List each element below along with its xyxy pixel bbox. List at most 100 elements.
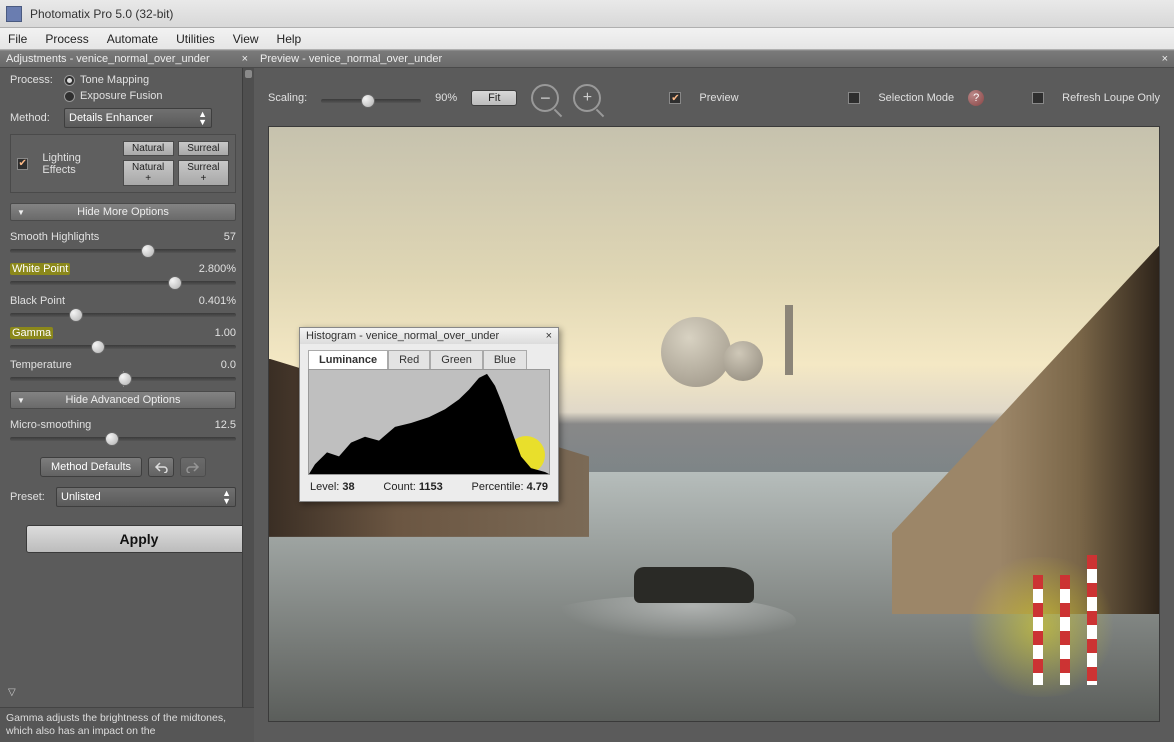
histogram-level: 38: [342, 481, 354, 493]
temperature-label: Temperature: [10, 359, 72, 371]
undo-icon: [154, 461, 168, 473]
black-point-row: Black Point 0.401%: [10, 295, 236, 317]
scaling-value: 90%: [435, 92, 457, 104]
white-point-label: White Point: [10, 263, 70, 275]
adjustments-header: Adjustments - venice_normal_over_under ×: [0, 50, 254, 68]
tab-luminance[interactable]: Luminance: [308, 350, 388, 369]
preview-canvas[interactable]: Histogram - venice_normal_over_under × L…: [268, 126, 1160, 722]
help-text: Gamma adjusts the brightness of the midt…: [0, 707, 254, 742]
histogram-window[interactable]: Histogram - venice_normal_over_under × L…: [299, 327, 559, 502]
selection-mode-label: Selection Mode: [878, 92, 954, 104]
menu-utilities[interactable]: Utilities: [176, 32, 215, 46]
histogram-close-icon[interactable]: ×: [546, 330, 552, 342]
window-title: Photomatix Pro 5.0 (32-bit): [30, 7, 173, 21]
method-label: Method:: [10, 112, 64, 124]
temperature-row: Temperature 0.0: [10, 359, 236, 381]
adjustments-panel: Adjustments - venice_normal_over_under ×…: [0, 50, 254, 742]
gamma-value: 1.00: [215, 327, 236, 339]
temperature-value: 0.0: [221, 359, 236, 371]
hide-advanced-options-bar[interactable]: Hide Advanced Options: [10, 391, 236, 409]
refresh-loupe-label: Refresh Loupe Only: [1062, 92, 1160, 104]
redo-button[interactable]: [180, 457, 206, 477]
tab-green[interactable]: Green: [430, 350, 483, 369]
zoom-in-icon[interactable]: [573, 84, 601, 112]
tone-mapping-label: Tone Mapping: [80, 74, 149, 86]
redo-icon: [186, 461, 200, 473]
hide-more-options-bar[interactable]: Hide More Options: [10, 203, 236, 221]
gamma-label: Gamma: [10, 327, 53, 339]
tab-red[interactable]: Red: [388, 350, 430, 369]
adjustments-title: Adjustments - venice_normal_over_under: [6, 53, 210, 65]
updown-icon: ▲▼: [198, 110, 207, 126]
white-point-slider[interactable]: [10, 281, 236, 285]
tab-blue[interactable]: Blue: [483, 350, 527, 369]
lighting-effects-group: Lighting Effects Natural Surreal Natural…: [10, 134, 236, 193]
histogram-titlebar[interactable]: Histogram - venice_normal_over_under ×: [300, 328, 558, 344]
histogram-count: 1153: [419, 481, 443, 493]
radio-exposure-fusion[interactable]: [64, 91, 75, 102]
smooth-highlights-slider[interactable]: [10, 249, 236, 253]
menu-automate[interactable]: Automate: [107, 32, 158, 46]
titlebar: Photomatix Pro 5.0 (32-bit): [0, 0, 1174, 28]
histogram-plot: [308, 369, 550, 475]
menu-process[interactable]: Process: [45, 32, 88, 46]
black-point-slider[interactable]: [10, 313, 236, 317]
smooth-highlights-row: Smooth Highlights57: [10, 231, 236, 253]
method-select[interactable]: Details Enhancer ▲▼: [64, 108, 212, 128]
apply-button[interactable]: Apply: [26, 525, 252, 553]
menubar: File Process Automate Utilities View Hel…: [0, 28, 1174, 50]
menu-help[interactable]: Help: [277, 32, 302, 46]
help-icon[interactable]: ?: [968, 90, 984, 106]
preview-panel: Preview - venice_normal_over_under × Sca…: [254, 50, 1174, 742]
temperature-slider[interactable]: [10, 377, 236, 381]
micro-smoothing-label: Micro-smoothing: [10, 419, 91, 431]
app-icon: [6, 6, 22, 22]
menu-view[interactable]: View: [233, 32, 259, 46]
radio-tone-mapping[interactable]: [64, 75, 75, 86]
surreal-button[interactable]: Surreal: [178, 141, 229, 156]
preview-toolbar: Scaling: 90% Fit Preview Selection Mode …: [254, 78, 1174, 118]
updown-icon: ▲▼: [222, 489, 231, 505]
black-point-value: 0.401%: [199, 295, 236, 307]
white-point-row: White Point 2.800%: [10, 263, 236, 285]
natural-button[interactable]: Natural: [123, 141, 174, 156]
lighting-effects-label: Lighting Effects: [42, 152, 112, 176]
undo-button[interactable]: [148, 457, 174, 477]
method-value: Details Enhancer: [69, 112, 153, 124]
preview-checkbox[interactable]: [669, 92, 681, 104]
white-point-value: 2.800%: [199, 263, 236, 275]
histogram-shape: [309, 370, 549, 474]
refresh-loupe-checkbox[interactable]: [1032, 92, 1044, 104]
histogram-title: Histogram - venice_normal_over_under: [306, 330, 499, 342]
preview-close-icon[interactable]: ×: [1162, 53, 1168, 65]
zoom-out-icon[interactable]: [531, 84, 559, 112]
micro-smoothing-value: 12.5: [215, 419, 236, 431]
menu-file[interactable]: File: [8, 32, 27, 46]
gamma-slider[interactable]: [10, 345, 236, 349]
gamma-row: Gamma 1.00: [10, 327, 236, 349]
black-point-label: Black Point: [10, 295, 65, 307]
fit-button[interactable]: Fit: [471, 90, 517, 106]
preset-select[interactable]: Unlisted ▲▼: [56, 487, 236, 507]
preview-header: Preview - venice_normal_over_under ×: [254, 50, 1174, 68]
micro-smoothing-slider[interactable]: [10, 437, 236, 441]
preview-checkbox-label: Preview: [699, 92, 738, 104]
preset-label: Preset:: [10, 491, 56, 503]
histogram-stats: Level: 38 Count: 1153 Percentile: 4.79: [300, 475, 558, 501]
scaling-slider[interactable]: [321, 99, 421, 103]
natural-plus-button[interactable]: Natural +: [123, 160, 174, 186]
lighting-effects-checkbox[interactable]: [17, 158, 28, 170]
micro-smoothing-row: Micro-smoothing 12.5: [10, 419, 236, 441]
scaling-label: Scaling:: [268, 92, 307, 104]
surreal-plus-button[interactable]: Surreal +: [178, 160, 229, 186]
preset-value: Unlisted: [61, 491, 101, 503]
method-defaults-button[interactable]: Method Defaults: [40, 457, 142, 477]
exposure-fusion-label: Exposure Fusion: [80, 90, 163, 102]
selection-mode-checkbox[interactable]: [848, 92, 860, 104]
adjustments-close-icon[interactable]: ×: [242, 53, 248, 65]
histogram-percentile: 4.79: [527, 481, 548, 493]
disclosure-triangle-icon[interactable]: ▽: [8, 687, 16, 698]
smooth-highlights-value: 57: [224, 231, 236, 243]
preview-title: Preview - venice_normal_over_under: [260, 53, 442, 65]
adjustments-scrollbar[interactable]: [242, 68, 254, 742]
